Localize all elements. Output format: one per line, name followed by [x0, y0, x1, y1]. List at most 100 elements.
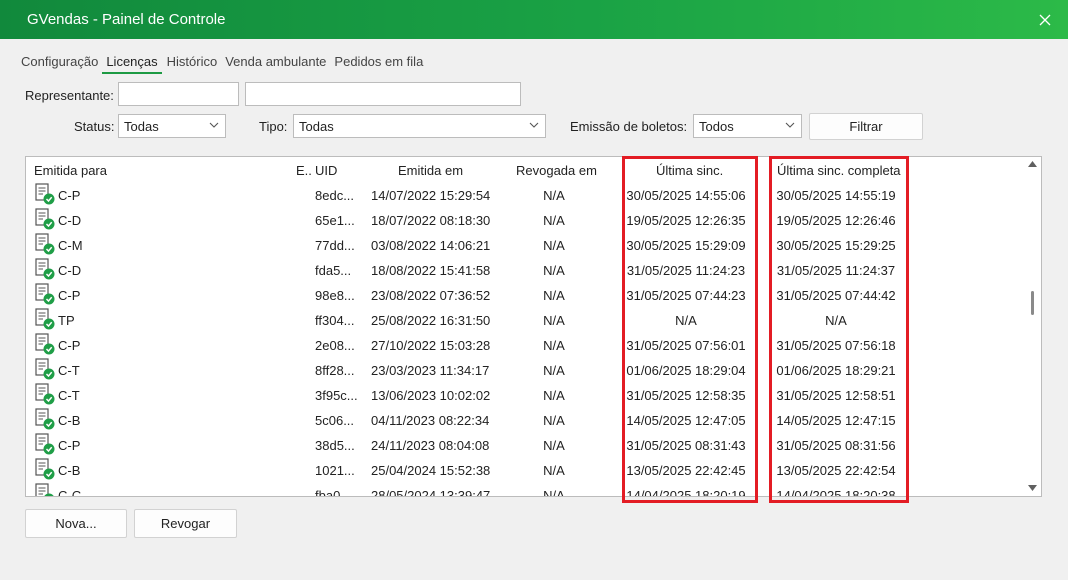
table-row[interactable]: C-P 98e8... 23/08/2022 07:36:52 N/A 31/05/20… [26, 282, 1026, 307]
close-icon [1039, 14, 1051, 25]
cell-ultima-sinc-completa: 31/05/2025 12:58:51 [776, 388, 896, 403]
license-certificate-check-icon [34, 333, 56, 356]
cell-emitida-em: 23/03/2023 11:34:17 [371, 363, 490, 378]
cell-emitida-em: 27/10/2022 15:03:28 [371, 338, 491, 353]
close-button[interactable] [1022, 0, 1068, 39]
license-certificate-check-icon [34, 358, 56, 381]
tab-configuracao[interactable]: Configuração [21, 54, 98, 74]
revoke-license-button[interactable]: Revogar [134, 509, 237, 538]
tab-licencas[interactable]: Licenças [102, 54, 162, 74]
cell-emitida-para: C-T [58, 388, 80, 403]
table-row[interactable]: C-M 77dd... 03/08/2022 14:06:21 N/A 30/05/20… [26, 232, 1026, 257]
column-header-ultima-sinc[interactable]: Última sinc. [656, 163, 723, 178]
tipo-select-value: Todas [299, 119, 334, 134]
column-header-e[interactable]: E.. [296, 163, 312, 178]
cell-emitida-para: C-B [58, 463, 81, 478]
table-row[interactable]: C-B 1021... 25/04/2024 15:52:38 N/A 13/05/20… [26, 457, 1026, 482]
scroll-up-arrow-icon[interactable] [1028, 161, 1037, 167]
column-header-uid[interactable]: UID [315, 163, 337, 178]
cell-ultima-sinc-completa: 14/05/2025 12:47:15 [776, 413, 896, 428]
cell-ultima-sinc: 30/05/2025 14:55:06 [626, 188, 746, 203]
cell-revogada-em: N/A [543, 488, 565, 497]
licenses-table: Emitida para E.. UID Emitida em Revogada… [25, 156, 1042, 497]
cell-ultima-sinc: 30/05/2025 15:29:09 [626, 238, 746, 253]
cell-ultima-sinc-completa: 30/05/2025 14:55:19 [776, 188, 896, 203]
cell-emitida-para: C-D [58, 263, 82, 278]
cell-emitida-para: C-P [58, 188, 81, 203]
status-label: Status: [74, 119, 115, 134]
cell-uid: ff304... [315, 313, 355, 328]
cell-uid: 98e8... [315, 288, 355, 303]
license-certificate-check-icon [34, 458, 56, 481]
cell-ultima-sinc: 31/05/2025 07:44:23 [626, 288, 746, 303]
cell-ultima-sinc: 31/05/2025 11:24:23 [626, 263, 746, 278]
cell-revogada-em: N/A [543, 263, 565, 278]
license-certificate-check-icon [34, 408, 56, 431]
tab-historico[interactable]: Histórico [167, 54, 218, 74]
status-select-value: Todas [124, 119, 159, 134]
column-header-emitida-para[interactable]: Emitida para [34, 163, 107, 178]
license-certificate-check-icon [34, 233, 56, 256]
cell-ultima-sinc-completa: 01/06/2025 18:29:21 [776, 363, 896, 378]
tipo-select[interactable]: Todas [293, 114, 546, 138]
license-certificate-check-icon [34, 283, 56, 306]
cell-revogada-em: N/A [543, 238, 565, 253]
chevron-down-icon [785, 122, 795, 128]
cell-revogada-em: N/A [543, 388, 565, 403]
vertical-scrollbar[interactable] [1024, 157, 1041, 496]
cell-uid: 3f95c... [315, 388, 358, 403]
cell-ultima-sinc: 19/05/2025 12:26:35 [626, 213, 746, 228]
table-row[interactable]: C-B 5c06... 04/11/2023 08:22:34 N/A 14/05/20… [26, 407, 1026, 432]
table-row[interactable]: C-T 3f95c... 13/06/2023 10:02:02 N/A 31/05/2… [26, 382, 1026, 407]
table-row[interactable]: C-D fda5... 18/08/2022 15:41:58 N/A 31/05/20… [26, 257, 1026, 282]
table-row[interactable]: C-P 38d5... 24/11/2023 08:04:08 N/A 31/05/20… [26, 432, 1026, 457]
status-select[interactable]: Todas [118, 114, 226, 138]
tab-venda-ambulante[interactable]: Venda ambulante [225, 54, 326, 74]
cell-emitida-para: C-B [58, 413, 81, 428]
license-certificate-check-icon [34, 433, 56, 456]
cell-emitida-para: C-M [58, 238, 83, 253]
emissao-boletos-select[interactable]: Todos [693, 114, 802, 138]
table-body: C-P 8edc... 14/07/2022 15:29:54 N/A 30/05/20… [26, 182, 1026, 497]
cell-emitida-em: 14/07/2022 15:29:54 [371, 188, 491, 203]
cell-emitida-em: 18/07/2022 08:18:30 [371, 213, 491, 228]
new-license-button[interactable]: Nova... [25, 509, 127, 538]
column-header-revogada-em[interactable]: Revogada em [516, 163, 597, 178]
license-certificate-check-icon [34, 258, 56, 281]
table-row[interactable]: C-P 2e08... 27/10/2022 15:03:28 N/A 31/05/20… [26, 332, 1026, 357]
license-certificate-check-icon [34, 208, 56, 231]
emissao-boletos-select-value: Todos [699, 119, 734, 134]
cell-uid: 1021... [315, 463, 355, 478]
cell-emitida-para: C-P [58, 288, 81, 303]
cell-uid: 8edc... [315, 188, 355, 203]
scroll-down-arrow-icon[interactable] [1028, 485, 1037, 491]
table-row[interactable]: TP ff304... 25/08/2022 16:31:50 N/A N/A N/A [26, 307, 1026, 332]
filter-button[interactable]: Filtrar [809, 113, 923, 140]
cell-ultima-sinc-completa: 13/05/2025 22:42:54 [776, 463, 896, 478]
table-row[interactable]: C-C fba0... 28/05/2024 13:39:47 N/A 14/04/20… [26, 482, 1026, 497]
cell-revogada-em: N/A [543, 188, 565, 203]
cell-ultima-sinc: 31/05/2025 12:58:35 [626, 388, 746, 403]
cell-revogada-em: N/A [543, 338, 565, 353]
table-row[interactable]: C-D 65e1... 18/07/2022 08:18:30 N/A 19/05/20… [26, 207, 1026, 232]
representante-code-input[interactable] [118, 82, 239, 106]
column-header-emitida-em[interactable]: Emitida em [398, 163, 463, 178]
tab-pedidos-em-fila[interactable]: Pedidos em fila [334, 54, 423, 74]
license-certificate-check-icon [34, 183, 56, 206]
tipo-label: Tipo: [259, 119, 288, 134]
table-row[interactable]: C-P 8edc... 14/07/2022 15:29:54 N/A 30/05/20… [26, 182, 1026, 207]
emissao-boletos-label: Emissão de boletos: [570, 119, 688, 134]
scrollbar-thumb[interactable] [1031, 291, 1034, 315]
table-row[interactable]: C-T 8ff28... 23/03/2023 11:34:17 N/A 01/06/2… [26, 357, 1026, 382]
cell-ultima-sinc-completa: 19/05/2025 12:26:46 [776, 213, 896, 228]
cell-uid: 65e1... [315, 213, 355, 228]
cell-emitida-em: 18/08/2022 15:41:58 [371, 263, 491, 278]
representante-name-input[interactable] [245, 82, 521, 106]
cell-uid: 5c06... [315, 413, 355, 428]
cell-uid: 77dd... [315, 238, 355, 253]
column-header-ultima-sinc-completa[interactable]: Última sinc. completa [777, 163, 901, 178]
license-certificate-check-icon [34, 383, 56, 406]
cell-ultima-sinc-completa: N/A [825, 313, 847, 328]
cell-ultima-sinc-completa: 14/04/2025 18:20:38 [776, 488, 896, 497]
window-title: GVendas - Painel de Controle [27, 11, 226, 28]
